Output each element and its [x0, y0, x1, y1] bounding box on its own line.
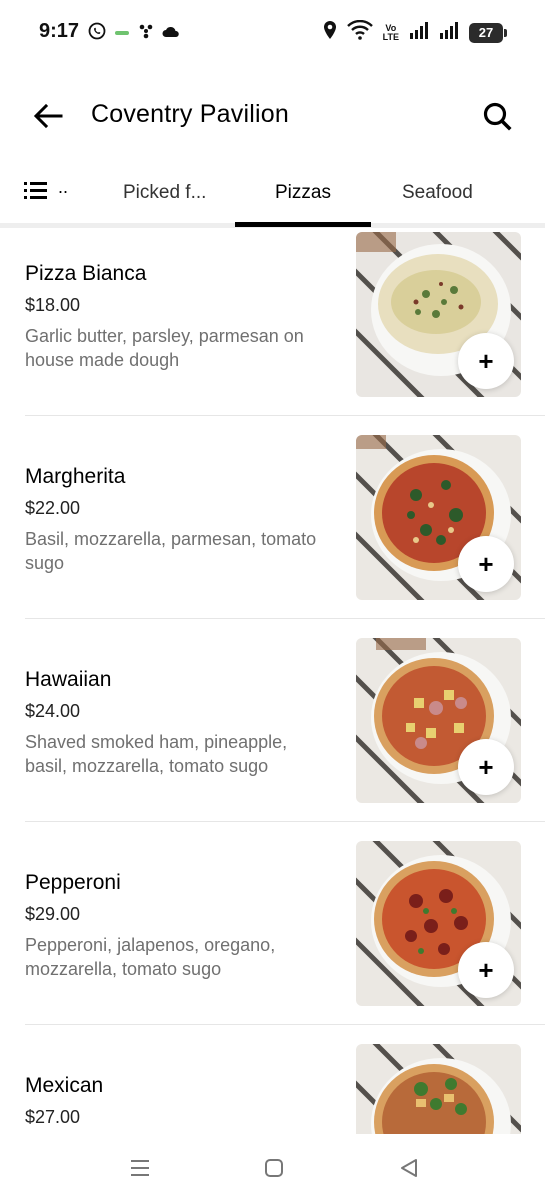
- home-button[interactable]: [260, 1154, 288, 1182]
- menu-list: Pizza Bianca $18.00 Garlic butter, parsl…: [0, 229, 545, 1134]
- signal-icon: [439, 21, 459, 44]
- tab-picked-for-you[interactable]: Picked f...: [123, 182, 206, 204]
- cloud-icon: [162, 25, 180, 43]
- item-description: Garlic butter, parsley, parmesan on hous…: [25, 326, 304, 370]
- wifi-icon: [346, 19, 373, 45]
- battery-tip: [504, 28, 507, 37]
- battery-body: 27: [469, 22, 503, 43]
- item-divider: [25, 415, 545, 416]
- mexican-photo: [356, 1044, 521, 1134]
- item-price: $24.00: [25, 701, 81, 721]
- item-description: Pepperoni, jalapenos, oregano, mozzarell…: [25, 935, 276, 979]
- add-to-cart-button[interactable]: +: [458, 942, 514, 998]
- item-price: $29.00: [25, 904, 81, 924]
- recents-icon: [131, 1160, 149, 1176]
- battery-level: 27: [478, 24, 494, 40]
- menu-item-mexican[interactable]: Mexican $27.00: [0, 1041, 545, 1134]
- whatsapp-icon: [88, 22, 106, 45]
- search-icon: [483, 102, 512, 131]
- menu-item-hawaiian[interactable]: Hawaiian $24.00 Shaved smoked ham, pinea…: [0, 635, 545, 838]
- tab-seafood[interactable]: Seafood: [402, 182, 473, 204]
- battery-icon: 27: [469, 22, 507, 43]
- item-name: Hawaiian: [25, 668, 112, 691]
- menu-item-margherita[interactable]: Margherita $22.00 Basil, mozzarella, par…: [0, 432, 545, 635]
- status-time: 9:17: [39, 20, 80, 42]
- item-divider: [25, 1024, 545, 1025]
- item-name: Margherita: [25, 465, 126, 488]
- back-icon: [401, 1159, 417, 1177]
- location-icon: [323, 20, 337, 45]
- home-icon: [265, 1159, 283, 1177]
- status-right-icons: Vo LTE 27: [323, 19, 507, 45]
- item-price: $22.00: [25, 498, 81, 518]
- item-name: Pepperoni: [25, 871, 121, 894]
- menu-item-pepperoni[interactable]: Pepperoni $29.00 Pepperoni, jalapenos, o…: [0, 838, 545, 1041]
- fan-icon: [138, 23, 154, 44]
- category-tabs: .. Picked f... Pizzas Seafood: [0, 160, 545, 228]
- add-to-cart-button[interactable]: +: [458, 536, 514, 592]
- system-nav-bar: [0, 1134, 545, 1200]
- add-to-cart-button[interactable]: +: [458, 333, 514, 389]
- active-tab-indicator: [235, 222, 371, 227]
- page-title: Coventry Pavilion: [91, 100, 289, 128]
- status-bar: 9:17 Vo LTE 27: [0, 0, 545, 64]
- tab-pizzas[interactable]: Pizzas: [275, 182, 331, 204]
- item-divider: [25, 821, 545, 822]
- item-price: $27.00: [25, 1107, 81, 1127]
- back-arrow-icon: [33, 103, 63, 129]
- system-back-button[interactable]: [395, 1154, 423, 1182]
- item-description: Shaved smoked ham, pineapple, basil, moz…: [25, 732, 288, 776]
- item-name: Pizza Bianca: [25, 262, 147, 285]
- category-menu-ellipsis: ..: [58, 176, 69, 197]
- recents-button[interactable]: [126, 1154, 154, 1182]
- item-description: Basil, mozzarella, parmesan, tomato sugo: [25, 529, 317, 573]
- volte-icon: Vo LTE: [382, 23, 399, 42]
- item-divider: [25, 618, 545, 619]
- category-menu-button[interactable]: ..: [24, 176, 69, 200]
- search-button[interactable]: [479, 98, 515, 134]
- app-header: Coventry Pavilion: [0, 84, 545, 148]
- item-price: $18.00: [25, 295, 81, 315]
- add-to-cart-button[interactable]: +: [458, 739, 514, 795]
- item-photo[interactable]: [356, 1044, 521, 1134]
- list-icon: [24, 182, 47, 199]
- status-left-icons: [88, 22, 180, 45]
- back-button[interactable]: [30, 98, 66, 134]
- volte-line2: LTE: [382, 31, 399, 42]
- item-name: Mexican: [25, 1074, 104, 1097]
- menu-item-pizza-bianca[interactable]: Pizza Bianca $18.00 Garlic butter, parsl…: [0, 229, 545, 432]
- signal-icon: [409, 21, 429, 44]
- app-notification-icon: [114, 25, 130, 43]
